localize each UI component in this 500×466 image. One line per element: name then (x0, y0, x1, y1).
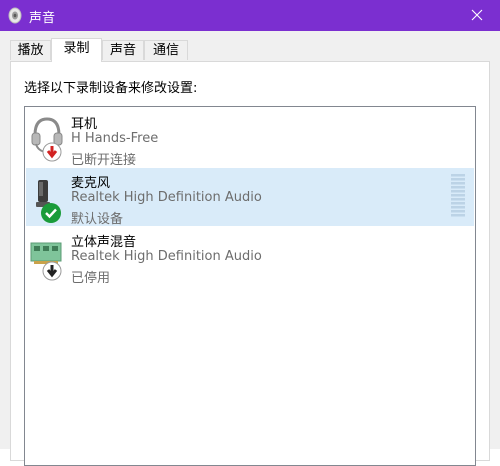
device-status: 已停用 (71, 271, 111, 286)
tab-communications[interactable]: 通信 (144, 40, 188, 60)
device-name: 立体声混音 (71, 235, 137, 250)
device-name: 麦克风 (71, 176, 111, 191)
disconnected-arrow-badge (42, 142, 62, 162)
device-description: Realtek High Definition Audio (71, 249, 262, 264)
tab-label: 播放 (17, 43, 44, 58)
recording-tab-panel: 选择以下录制设备来修改设置: 耳机 H Hands-Free 已断开连接 麦克风… (10, 61, 490, 466)
tab-sounds[interactable]: 声音 (102, 40, 144, 60)
speaker-app-icon (8, 7, 22, 24)
default-checkmark-badge (41, 203, 61, 223)
title-bar: 声音 (0, 0, 500, 31)
tab-label: 通信 (152, 43, 179, 58)
device-status: 已断开连接 (71, 153, 137, 168)
close-button[interactable] (454, 0, 500, 31)
tab-label: 声音 (109, 43, 136, 58)
close-icon (471, 9, 483, 21)
tab-recording[interactable]: 录制 (51, 38, 102, 62)
device-list[interactable]: 耳机 H Hands-Free 已断开连接 麦克风 Realtek High D… (24, 106, 476, 466)
device-description: Realtek High Definition Audio (71, 190, 262, 205)
device-description: H Hands-Free (71, 131, 159, 146)
device-name: 耳机 (71, 117, 98, 132)
instruction-text: 选择以下录制设备来修改设置: (24, 81, 198, 96)
device-item-microphone[interactable]: 麦克风 Realtek High Definition Audio 默认设备 (26, 168, 474, 227)
level-meter (451, 174, 465, 217)
window-title: 声音 (29, 11, 56, 26)
tab-playback[interactable]: 播放 (10, 40, 51, 60)
tab-label: 录制 (63, 41, 90, 56)
device-item-headset[interactable]: 耳机 H Hands-Free 已断开连接 (26, 109, 474, 168)
disabled-arrow-badge (42, 261, 62, 281)
device-status: 默认设备 (71, 212, 124, 227)
device-item-stereo-mix[interactable]: 立体声混音 Realtek High Definition Audio 已停用 (26, 227, 474, 286)
